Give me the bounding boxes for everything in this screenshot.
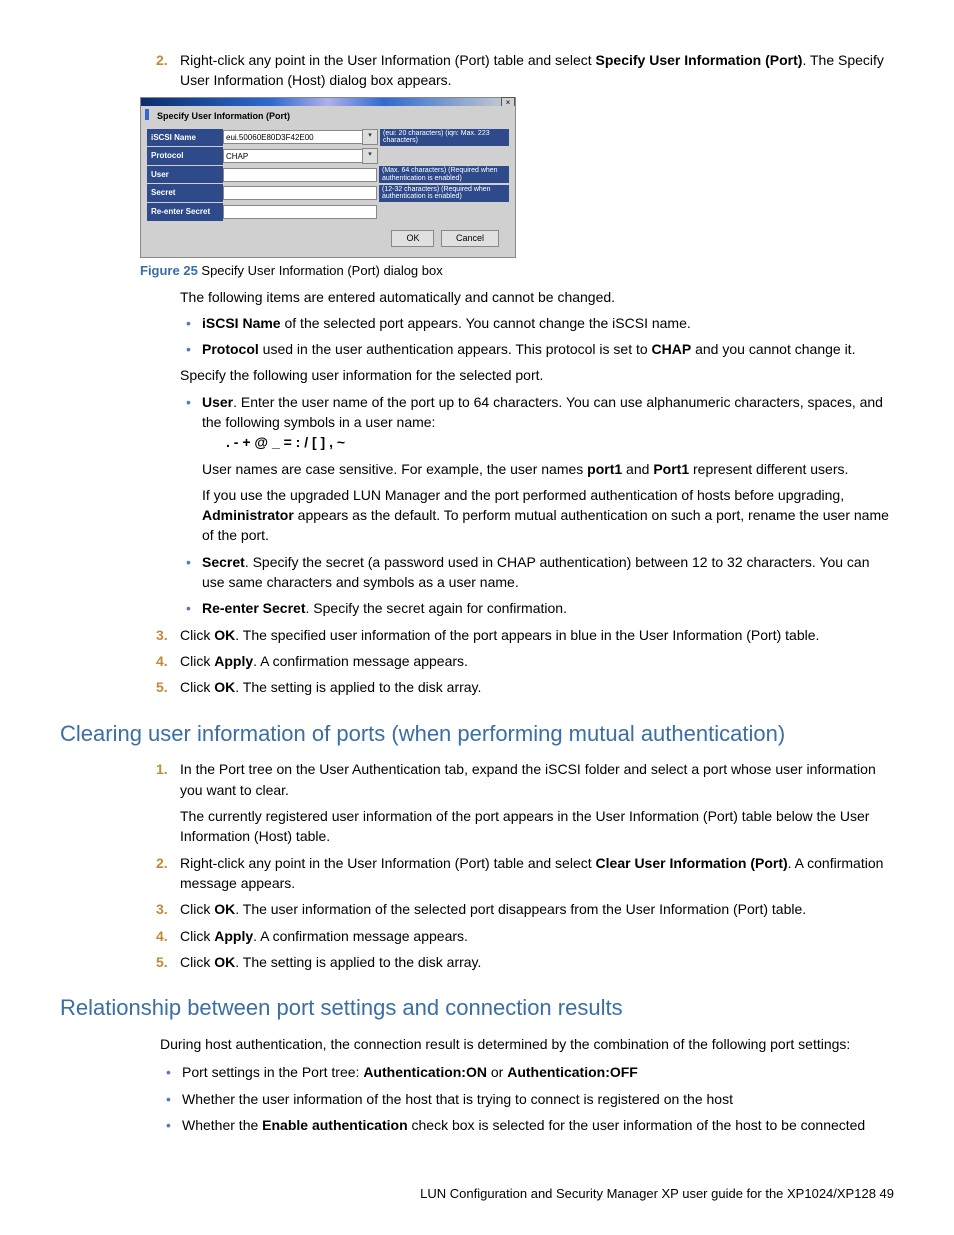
hint: (12-32 characters) (Required when authen… — [379, 185, 509, 202]
row-secret: Secret (12-32 characters) (Required when… — [147, 184, 509, 202]
heading-clearing: Clearing user information of ports (when… — [60, 718, 894, 750]
text: and you cannot change it. — [691, 341, 855, 357]
dialog-titlebar: × — [141, 98, 515, 106]
text: In the Port tree on the User Authenticat… — [180, 761, 876, 797]
protocol-input[interactable] — [223, 149, 363, 163]
bold: Protocol — [202, 341, 259, 357]
list-item: Protocol used in the user authentication… — [180, 339, 894, 359]
step-2: 2.Right-click any point in the User Info… — [140, 853, 894, 894]
step-4: 4.Click Apply. A confirmation message ap… — [140, 651, 894, 671]
paragraph: During host authentication, the connecti… — [160, 1034, 894, 1054]
step-number: 1. — [156, 759, 168, 779]
bold: User — [202, 394, 233, 410]
step-5: 5.Click OK. The setting is applied to th… — [140, 677, 894, 697]
bold: Re-enter Secret — [202, 600, 306, 616]
text: used in the user authentication appears.… — [259, 341, 652, 357]
figure-caption: Figure 25 Specify User Information (Port… — [140, 262, 894, 281]
user-input[interactable] — [223, 168, 377, 182]
dropdown-icon[interactable]: ▾ — [362, 129, 378, 145]
step-number: 5. — [156, 952, 168, 972]
text: . Specify the secret (a password used in… — [202, 554, 869, 590]
step-5: 5.Click OK. The setting is applied to th… — [140, 952, 894, 972]
bold: iSCSI Name — [202, 315, 281, 331]
figure-text: Specify User Information (Port) dialog b… — [198, 263, 443, 278]
label: User — [147, 166, 223, 184]
hint: (eui: 20 characters) (iqn: Max. 223 char… — [380, 129, 509, 146]
step-3: 3.Click OK. The user information of the … — [140, 899, 894, 919]
list-item: User. Enter the user name of the port up… — [180, 392, 894, 546]
paragraph: Specify the following user information f… — [180, 365, 894, 385]
step-2: 2. Right-click any point in the User Inf… — [140, 50, 894, 91]
text: of the selected port appears. You cannot… — [281, 315, 691, 331]
text: . Enter the user name of the port up to … — [202, 394, 883, 430]
iscsi-name-input[interactable] — [223, 130, 363, 144]
label: iSCSI Name — [147, 129, 223, 147]
step-number: 3. — [156, 899, 168, 919]
step-text: Right-click any point in the User Inform… — [180, 52, 596, 68]
list-item: Secret. Specify the secret (a password u… — [180, 552, 894, 593]
dialog-title: Specify User Information (Port) — [157, 111, 290, 121]
list-item: Whether the Enable authentication check … — [160, 1115, 894, 1135]
reenter-secret-input[interactable] — [223, 205, 377, 219]
row-user: User (Max. 64 characters) (Required when… — [147, 166, 509, 184]
hint: (Max. 64 characters) (Required when auth… — [379, 166, 509, 183]
label: Protocol — [147, 147, 223, 165]
symbols: . - + @ _ = : / [ ] , ~ — [226, 432, 894, 452]
step-number: 2. — [156, 50, 168, 70]
heading-relationship: Relationship between port settings and c… — [60, 992, 894, 1024]
page-footer: LUN Configuration and Security Manager X… — [60, 1185, 894, 1204]
step-number: 4. — [156, 926, 168, 946]
bold: CHAP — [652, 341, 692, 357]
step-number: 2. — [156, 853, 168, 873]
text: . Specify the secret again for confirmat… — [306, 600, 567, 616]
paragraph: The currently registered user informatio… — [180, 806, 894, 847]
row-reenter-secret: Re-enter Secret — [147, 203, 509, 221]
secret-input[interactable] — [223, 186, 377, 200]
row-iscsi-name: iSCSI Name ▾ (eui: 20 characters) (iqn: … — [147, 129, 509, 147]
label: Secret — [147, 184, 223, 202]
dialog-specify-user-info: × Specify User Information (Port) iSCSI … — [140, 97, 516, 258]
step-1: 1. In the Port tree on the User Authenti… — [140, 759, 894, 846]
step-4: 4.Click Apply. A confirmation message ap… — [140, 926, 894, 946]
label: Re-enter Secret — [147, 203, 223, 221]
step-3: 3.Click OK. The specified user informati… — [140, 625, 894, 645]
list-item: Whether the user information of the host… — [160, 1089, 894, 1109]
figure-label: Figure 25 — [140, 263, 198, 278]
list-item: Port settings in the Port tree: Authenti… — [160, 1062, 894, 1082]
bold: Specify User Information (Port) — [596, 52, 803, 68]
list-item: Re-enter Secret. Specify the secret agai… — [180, 598, 894, 618]
step-number: 3. — [156, 625, 168, 645]
list-item: iSCSI Name of the selected port appears.… — [180, 313, 894, 333]
bold: Secret — [202, 554, 245, 570]
paragraph: User names are case sensitive. For examp… — [202, 459, 894, 479]
ok-button[interactable]: OK — [391, 230, 434, 247]
row-protocol: Protocol ▾ — [147, 147, 509, 165]
paragraph: The following items are entered automati… — [180, 287, 894, 307]
step-number: 5. — [156, 677, 168, 697]
dropdown-icon[interactable]: ▾ — [362, 148, 378, 164]
paragraph: If you use the upgraded LUN Manager and … — [202, 485, 894, 546]
step-number: 4. — [156, 651, 168, 671]
dialog-header: Specify User Information (Port) — [141, 106, 515, 127]
cancel-button[interactable]: Cancel — [441, 230, 499, 247]
